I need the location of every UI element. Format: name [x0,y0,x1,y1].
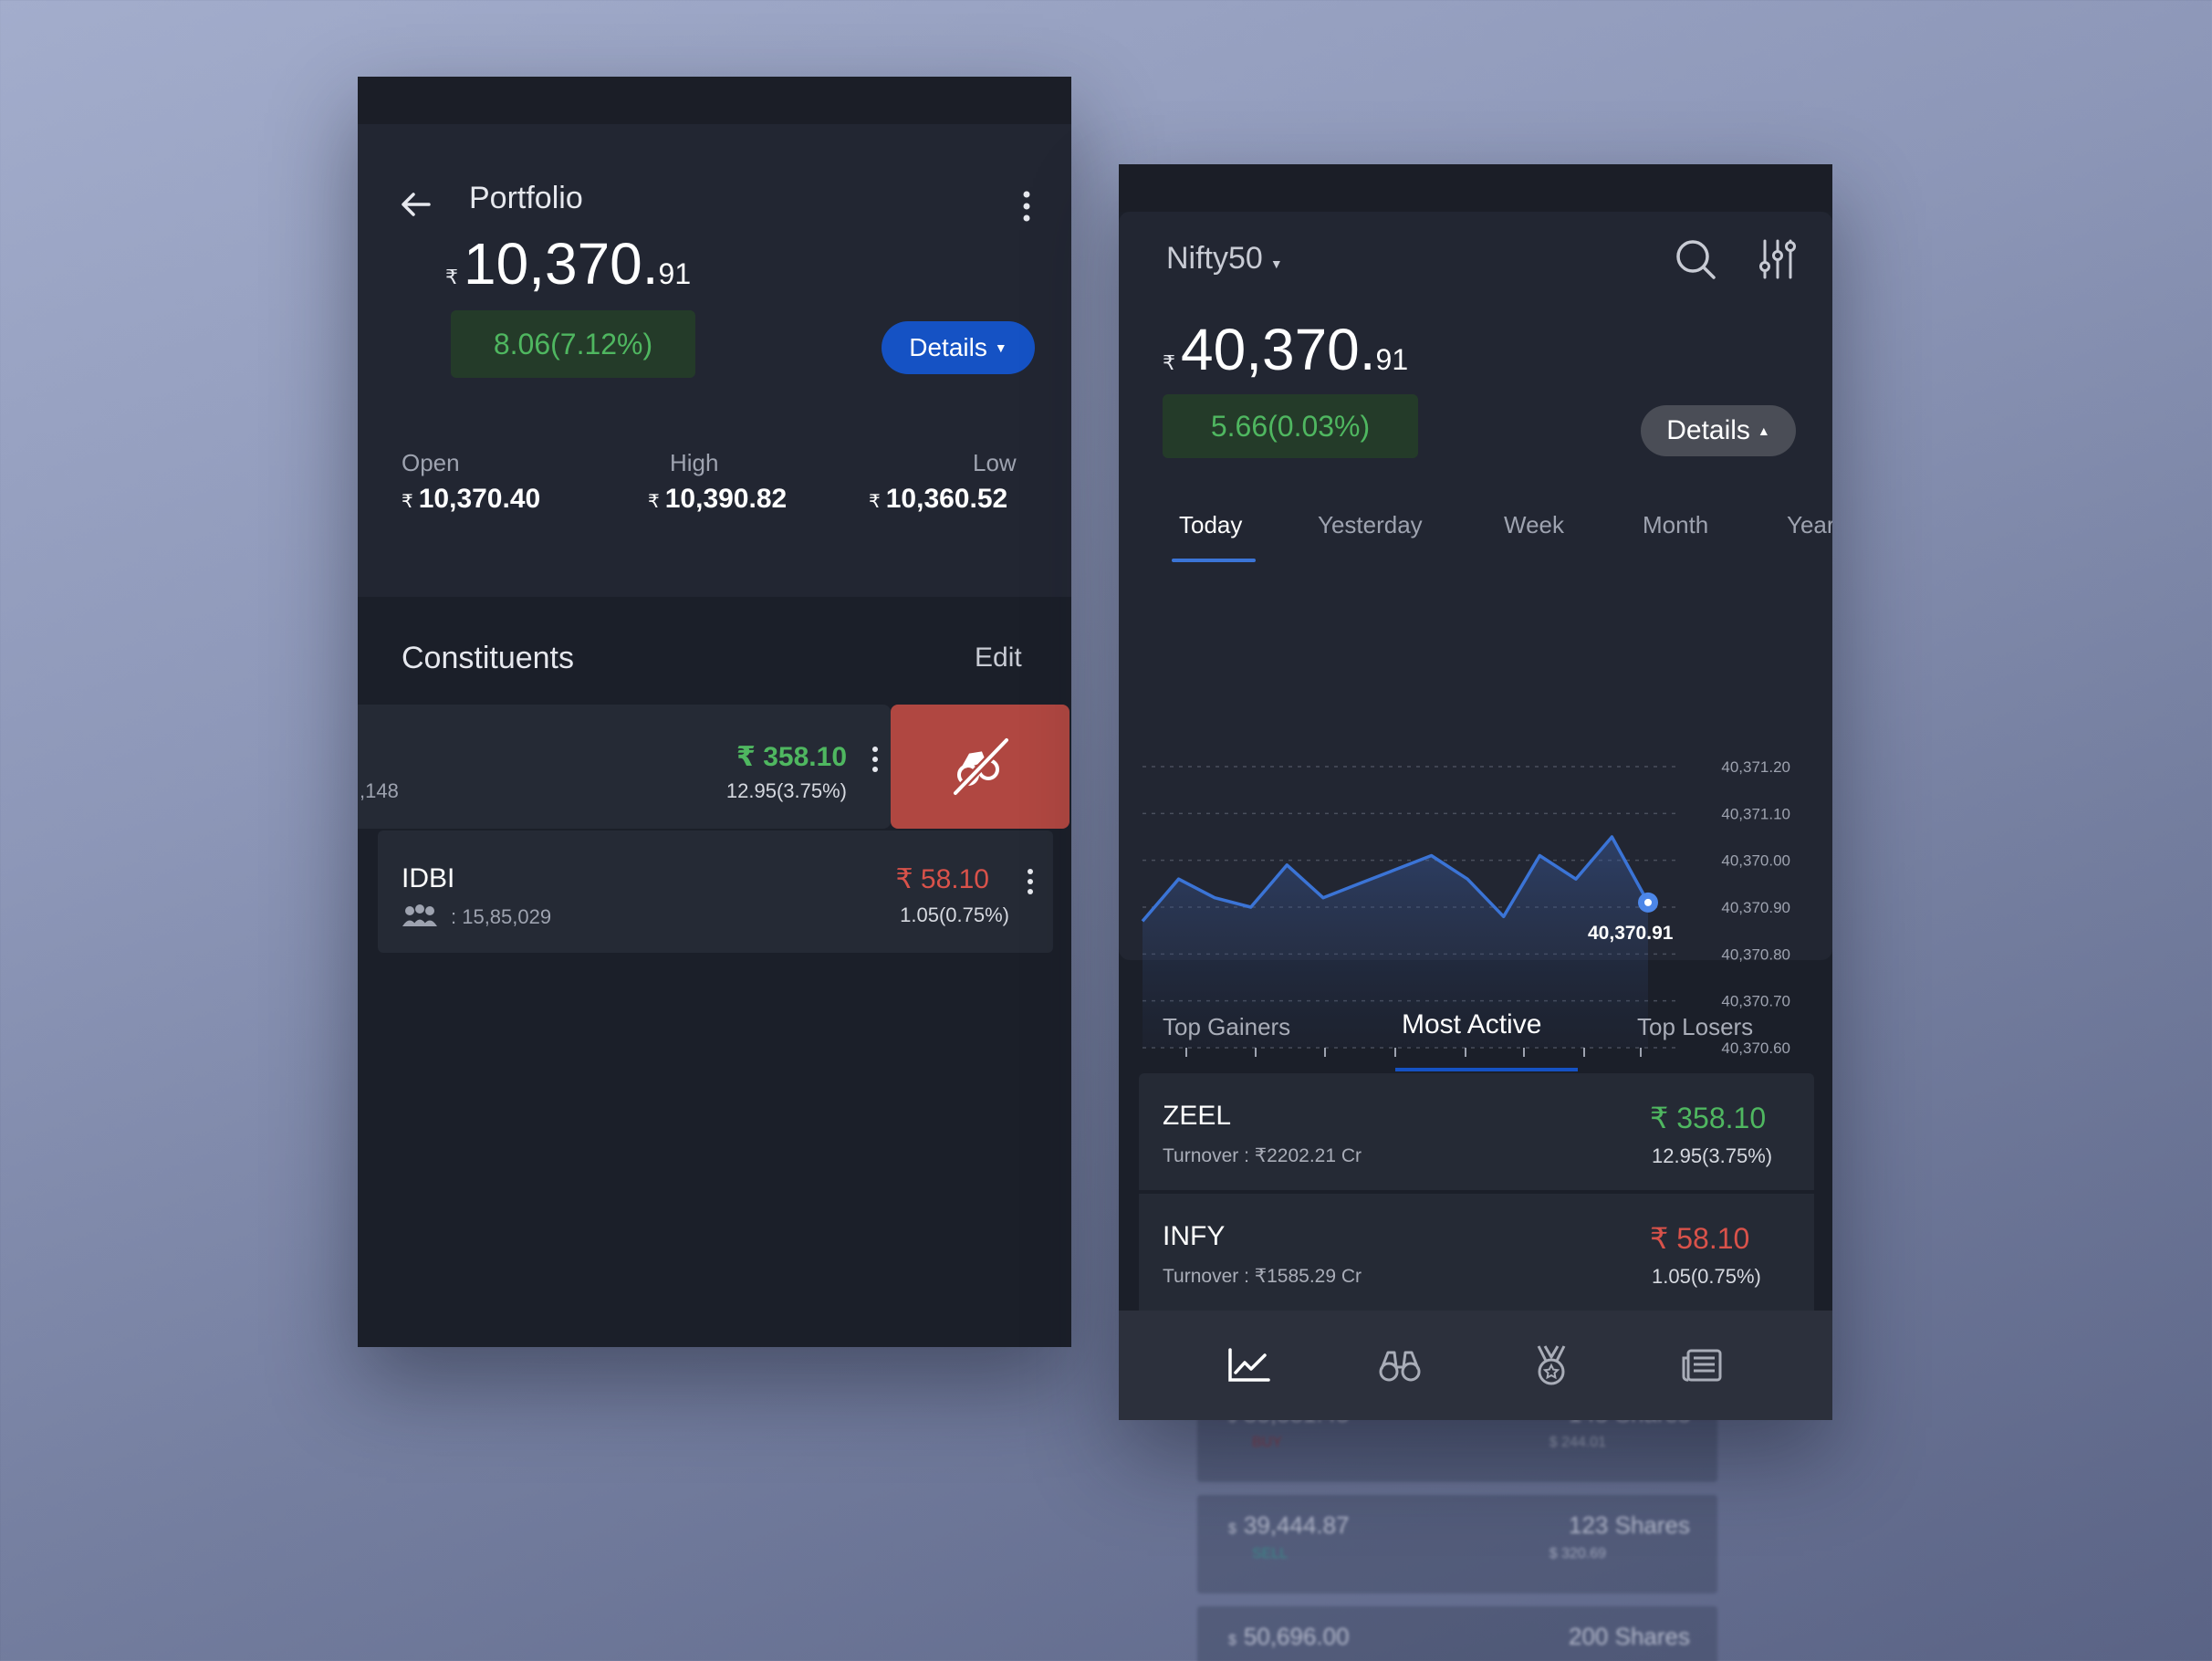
details-button[interactable]: Details ▲ [1641,405,1796,456]
turnover-text: Turnover : ₹1585.29 Cr [1163,1266,1362,1287]
y-tick-label: 40,371.10 [1721,805,1790,822]
low-value: ₹10,360.52 [869,484,1008,514]
nav-watchlist[interactable] [1372,1338,1427,1393]
status-bar [358,77,1071,124]
volume-text: ,148 [360,779,399,802]
turnover-text: Turnover : ₹2202.21 Cr [1163,1145,1362,1166]
details-label: Details [1666,415,1750,445]
open-label: Open [402,449,460,476]
nav-markets[interactable] [1222,1338,1277,1393]
currency-symbol: ₹ [445,266,458,288]
medal-icon [1537,1345,1566,1385]
caret-down-icon: ▼ [994,340,1007,355]
news-icon [1682,1349,1722,1382]
price-text: ₹ 358.10 [1650,1102,1767,1134]
high-label: High [670,449,719,476]
index-name: Nifty50 [1166,241,1263,276]
page-title: Portfolio [469,181,583,215]
price-text: ₹ 358.10 [736,742,847,772]
y-tick-label: 40,371.20 [1721,758,1790,776]
section-title: Constituents [402,641,574,675]
y-tick-label: 40,370.80 [1721,945,1790,963]
more-vertical-icon[interactable] [871,745,880,774]
current-value-label: 40,370.91 [1588,923,1674,944]
tab-top-losers[interactable]: Top Losers [1637,1013,1753,1041]
details-button[interactable]: Details ▼ [882,321,1035,374]
stock-symbol: INFY [1163,1221,1226,1251]
edit-button[interactable]: Edit [975,642,1022,674]
list-item[interactable]: ,148 ₹ 358.10 12.95(3.75%) [358,705,891,829]
y-tick-label: 40,370.70 [1721,993,1790,1010]
bottom-nav [1119,1311,1832,1420]
nav-rewards[interactable] [1524,1338,1579,1393]
people-icon [402,904,437,926]
list-item[interactable]: IDBI : 15,85,029 ₹ 58.10 1.05(0.75%) [378,830,1053,953]
change-text: 1.05(0.75%) [900,904,1009,926]
change-badge: 5.66(0.03%) [1163,394,1418,458]
tab-top-gainers[interactable]: Top Gainers [1163,1013,1290,1041]
portfolio-value: ₹10,370.91 [445,230,691,298]
current-point-dot [1644,898,1652,906]
details-label: Details [909,333,987,361]
price-decimal: 91 [658,257,692,290]
back-arrow-icon[interactable] [398,186,434,223]
index-selector[interactable]: Nifty50 ▼ [1166,241,1283,277]
binoculars-off-icon [952,736,1010,797]
stock-symbol: IDBI [402,863,455,893]
nav-news[interactable] [1675,1338,1729,1393]
reflection-card: $50,696.00 200 Shares [1197,1606,1717,1661]
price-decimal: 91 [1375,343,1409,376]
change-text: 12.95(3.75%) [725,779,847,802]
filter-sliders-icon[interactable] [1758,237,1798,281]
stock-symbol: ZEEL [1163,1101,1232,1131]
change-badge: 8.06(7.12%) [451,310,695,378]
tab-indicator [1395,1068,1578,1071]
change-text: 12.95(3.75%) [1652,1144,1773,1167]
y-tick-label: 40,370.90 [1721,899,1790,916]
y-tick-label: 40,370.00 [1721,852,1790,870]
currency-symbol: ₹ [1163,351,1175,374]
unwatch-button[interactable] [891,705,1069,829]
tab-most-active[interactable]: Most Active [1402,1009,1541,1040]
y-tick-label: 40,370.60 [1721,1039,1790,1057]
caret-up-icon: ▲ [1757,423,1770,438]
caret-down-icon: ▼ [1269,256,1283,271]
binoculars-icon [1379,1351,1421,1382]
stock-row[interactable]: INFY Turnover : ₹1585.29 Cr ₹ 58.10 1.05… [1139,1194,1814,1312]
stock-row[interactable]: ZEEL Turnover : ₹2202.21 Cr ₹ 358.10 12.… [1139,1073,1814,1192]
price-text: ₹ 58.10 [895,864,990,894]
open-value: ₹10,370.40 [402,484,541,514]
price-whole: 10,370. [464,231,659,297]
reflection-card: $39,444.87 SELL 123 Shares $ 320.69 [1197,1495,1717,1593]
chart-icon [1228,1348,1270,1382]
price-whole: 40,370. [1181,317,1376,382]
high-value: ₹10,390.82 [648,484,788,514]
volume-text: : 15,85,029 [451,905,552,928]
search-icon[interactable] [1674,237,1717,281]
change-text: 1.05(0.75%) [1652,1265,1761,1288]
more-vertical-icon[interactable] [1026,867,1035,896]
price-text: ₹ 58.10 [1650,1222,1750,1255]
market-screen: Nifty50 ▼ ₹40,370.91 5.66(0.03%) Details ▲… [1119,164,1832,1420]
index-value: ₹40,370.91 [1163,316,1408,383]
more-vertical-icon[interactable] [1020,188,1033,225]
low-label: Low [973,449,1017,476]
portfolio-screen: Portfolio ₹10,370.91 8.06(7.12%) Details… [358,77,1071,1347]
status-bar [1119,164,1832,212]
